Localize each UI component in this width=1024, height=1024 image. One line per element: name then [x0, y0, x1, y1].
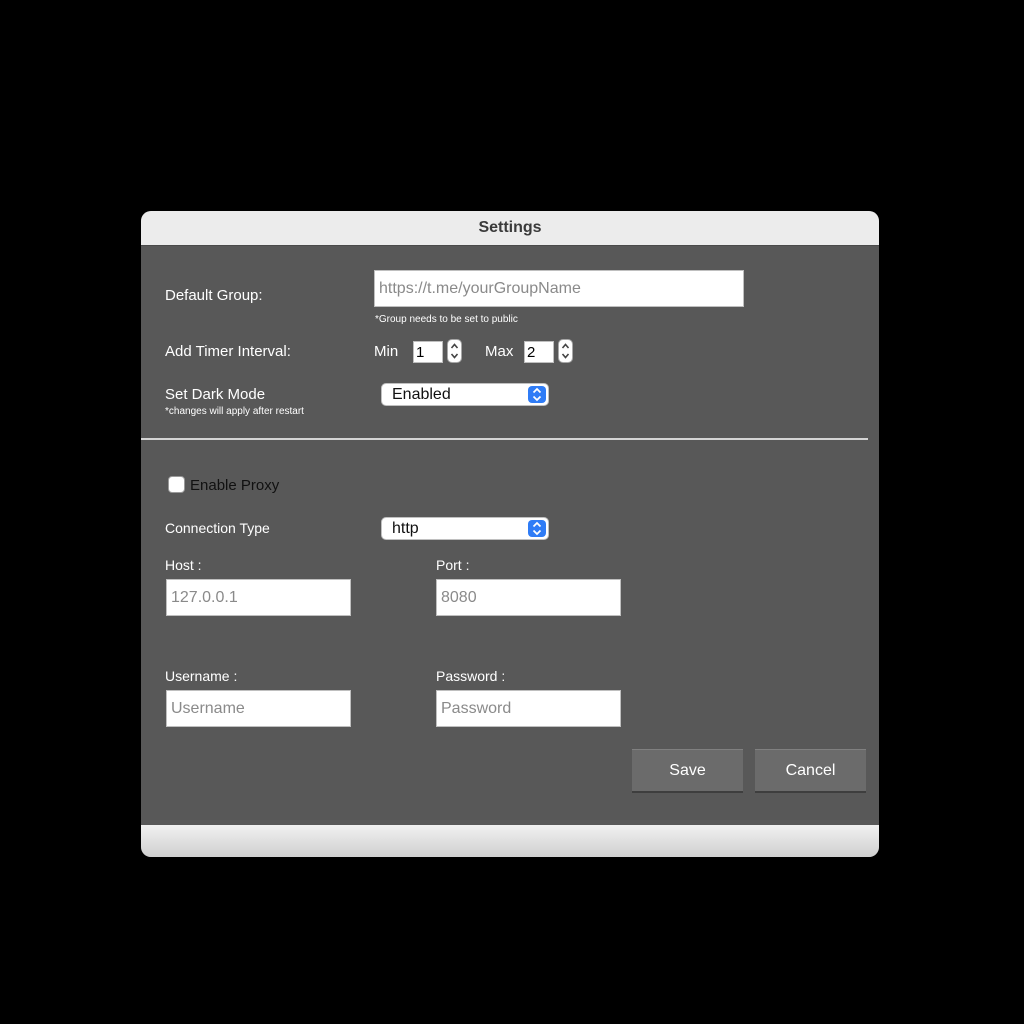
username-label: Username : — [165, 668, 238, 684]
dark-mode-label: Set Dark Mode — [165, 386, 266, 403]
dark-mode-select[interactable]: Enabled — [381, 383, 549, 406]
port-input[interactable] — [436, 579, 621, 616]
max-stepper[interactable] — [558, 339, 573, 363]
enable-proxy-label: Enable Proxy — [190, 477, 280, 494]
save-button[interactable]: Save — [632, 749, 743, 793]
username-input[interactable] — [166, 690, 351, 727]
connection-type-label: Connection Type — [165, 520, 270, 536]
stepper-arrows-icon — [450, 343, 459, 359]
port-label: Port : — [436, 557, 470, 573]
enable-proxy-checkbox[interactable] — [168, 476, 185, 493]
window-bottom-bar — [141, 825, 879, 857]
password-input[interactable] — [436, 690, 621, 727]
connection-type-value: http — [392, 520, 419, 537]
settings-window: Settings Default Group: *Group needs to … — [141, 211, 879, 857]
host-label: Host : — [165, 557, 202, 573]
default-group-label: Default Group: — [165, 287, 263, 304]
default-group-input[interactable] — [374, 270, 744, 307]
connection-type-select[interactable]: http — [381, 517, 549, 540]
select-arrows-icon — [528, 386, 546, 403]
max-label: Max — [485, 343, 514, 360]
max-interval-input[interactable] — [524, 341, 554, 363]
cancel-button[interactable]: Cancel — [755, 749, 866, 793]
min-label: Min — [374, 343, 399, 360]
min-stepper[interactable] — [447, 339, 462, 363]
group-public-note: *Group needs to be set to public — [375, 314, 518, 325]
host-input[interactable] — [166, 579, 351, 616]
select-arrows-icon — [528, 520, 546, 537]
min-interval-input[interactable] — [413, 341, 443, 363]
window-title: Settings — [141, 211, 879, 246]
stepper-arrows-icon — [561, 343, 570, 359]
dark-mode-value: Enabled — [392, 386, 451, 403]
section-divider — [141, 438, 868, 440]
dark-mode-note: *changes will apply after restart — [165, 406, 304, 417]
timer-interval-label: Add Timer Interval: — [165, 343, 291, 360]
password-label: Password : — [436, 668, 506, 684]
settings-content: Default Group: *Group needs to be set to… — [141, 246, 879, 825]
